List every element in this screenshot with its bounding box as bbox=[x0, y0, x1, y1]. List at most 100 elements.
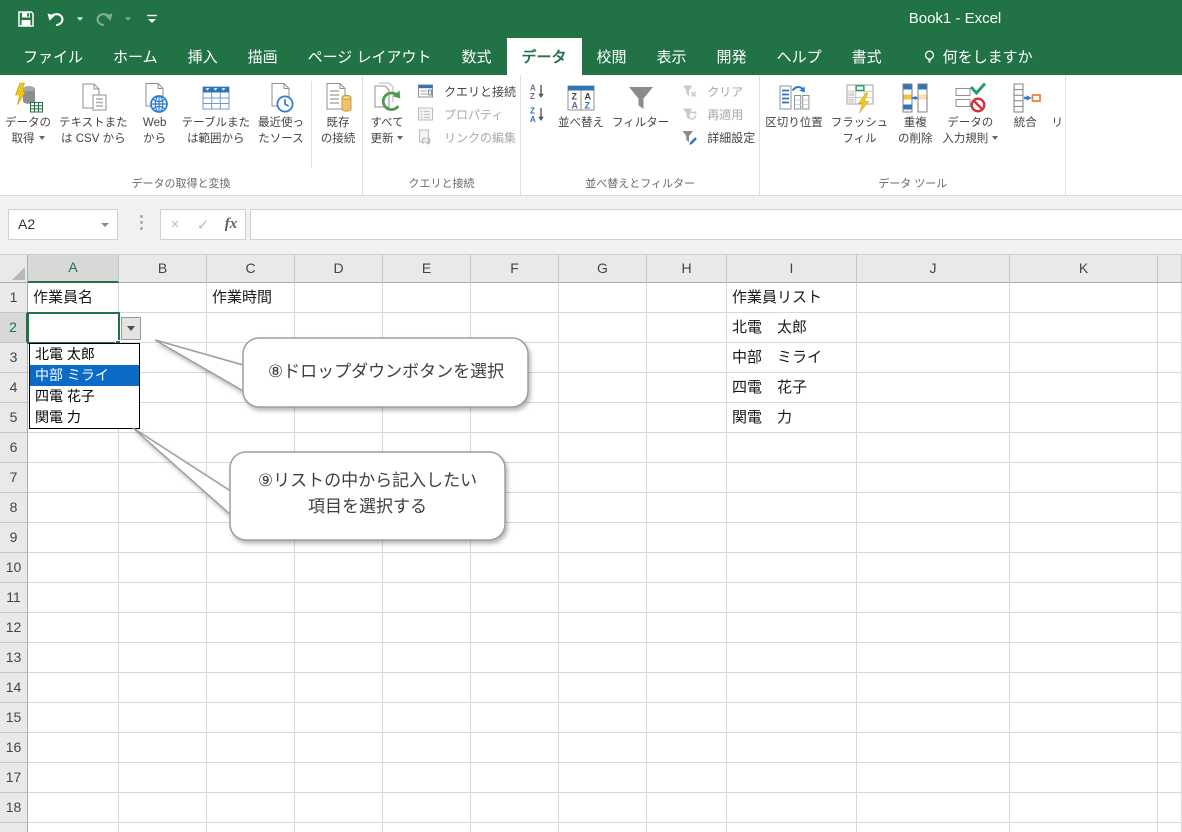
cell-G6[interactable] bbox=[559, 433, 647, 463]
ribbon-small-詳細設定[interactable]: 詳細設定 bbox=[676, 127, 755, 147]
name-box[interactable]: A2 bbox=[8, 209, 118, 240]
cell-A17[interactable] bbox=[28, 763, 119, 793]
cell-X1115[interactable] bbox=[1158, 703, 1182, 733]
cell-C15[interactable] bbox=[207, 703, 295, 733]
cell-K6[interactable] bbox=[1010, 433, 1158, 463]
cell-C17[interactable] bbox=[207, 763, 295, 793]
column-header-C[interactable]: C bbox=[207, 255, 295, 283]
cell-G11[interactable] bbox=[559, 583, 647, 613]
cell-K5[interactable] bbox=[1010, 403, 1158, 433]
cell-I5[interactable]: 関電 力 bbox=[727, 403, 857, 433]
cell-X1117[interactable] bbox=[1158, 763, 1182, 793]
tab-データ[interactable]: データ bbox=[506, 38, 582, 75]
cell-F13[interactable] bbox=[471, 643, 559, 673]
column-header-J[interactable]: J bbox=[857, 255, 1010, 283]
row-header-9[interactable]: 9 bbox=[0, 523, 28, 553]
tab-開発[interactable]: 開発 bbox=[702, 38, 762, 75]
cell-H17[interactable] bbox=[647, 763, 727, 793]
cell-X1112[interactable] bbox=[1158, 613, 1182, 643]
ribbon-button-データの[interactable]: データの 取得 bbox=[1, 77, 55, 176]
cell-D12[interactable] bbox=[295, 613, 383, 643]
ribbon-button-最近使っ[interactable]: 最近使っ たソース bbox=[254, 77, 308, 176]
cell-J5[interactable] bbox=[857, 403, 1010, 433]
cell-J1[interactable] bbox=[857, 283, 1010, 313]
cell-E16[interactable] bbox=[383, 733, 471, 763]
ribbon-small-sort-az-icon[interactable]: AZ bbox=[525, 81, 551, 101]
cell-C18[interactable] bbox=[207, 793, 295, 823]
cell-D11[interactable] bbox=[295, 583, 383, 613]
ribbon-button-データの[interactable]: データの 入力規則 bbox=[938, 77, 1002, 176]
cell-A10[interactable] bbox=[28, 553, 119, 583]
column-header-K[interactable]: K bbox=[1010, 255, 1158, 283]
cell-E15[interactable] bbox=[383, 703, 471, 733]
name-box-caret-icon[interactable] bbox=[101, 223, 109, 227]
row-header-2[interactable]: 2 bbox=[0, 313, 28, 343]
insert-function-icon[interactable]: fx bbox=[217, 216, 245, 233]
dropdown-item-3[interactable]: 四電 花子 bbox=[30, 386, 139, 407]
cell-J13[interactable] bbox=[857, 643, 1010, 673]
cell-J11[interactable] bbox=[857, 583, 1010, 613]
cell-A9[interactable] bbox=[28, 523, 119, 553]
row-header-3[interactable]: 3 bbox=[0, 343, 28, 373]
customize-qat-icon[interactable] bbox=[140, 7, 164, 31]
cell-X118[interactable] bbox=[1158, 493, 1182, 523]
cell-I1[interactable]: 作業員リスト bbox=[727, 283, 857, 313]
row-header-5[interactable]: 5 bbox=[0, 403, 28, 433]
undo-icon[interactable] bbox=[44, 7, 68, 31]
row-header-16[interactable]: 16 bbox=[0, 733, 28, 763]
column-header-A[interactable]: A bbox=[28, 255, 119, 283]
ribbon-button-Web[interactable]: Web から bbox=[132, 77, 178, 176]
cell-X117[interactable] bbox=[1158, 463, 1182, 493]
row-header-13[interactable]: 13 bbox=[0, 643, 28, 673]
cell-X1113[interactable] bbox=[1158, 643, 1182, 673]
cell-D19[interactable] bbox=[295, 823, 383, 832]
cell-K19[interactable] bbox=[1010, 823, 1158, 832]
cell-H13[interactable] bbox=[647, 643, 727, 673]
row-header-12[interactable]: 12 bbox=[0, 613, 28, 643]
cell-K2[interactable] bbox=[1010, 313, 1158, 343]
cell-H18[interactable] bbox=[647, 793, 727, 823]
cell-B18[interactable] bbox=[119, 793, 207, 823]
cell-J10[interactable] bbox=[857, 553, 1010, 583]
cell-B1[interactable] bbox=[119, 283, 207, 313]
cell-A14[interactable] bbox=[28, 673, 119, 703]
cell-X115[interactable] bbox=[1158, 403, 1182, 433]
cell-H4[interactable] bbox=[647, 373, 727, 403]
cell-I17[interactable] bbox=[727, 763, 857, 793]
formula-bar-grip[interactable] bbox=[140, 215, 143, 230]
row-header-clip[interactable] bbox=[0, 823, 28, 832]
cell-C11[interactable] bbox=[207, 583, 295, 613]
cell-J12[interactable] bbox=[857, 613, 1010, 643]
cell-G10[interactable] bbox=[559, 553, 647, 583]
cell-X112[interactable] bbox=[1158, 313, 1182, 343]
cell-C1[interactable]: 作業時間 bbox=[207, 283, 295, 313]
tab-ファイル[interactable]: ファイル bbox=[8, 38, 98, 75]
cell-F17[interactable] bbox=[471, 763, 559, 793]
cell-E1[interactable] bbox=[383, 283, 471, 313]
cell-J2[interactable] bbox=[857, 313, 1010, 343]
tab-書式[interactable]: 書式 bbox=[837, 38, 897, 75]
cell-K17[interactable] bbox=[1010, 763, 1158, 793]
cell-H15[interactable] bbox=[647, 703, 727, 733]
cell-J15[interactable] bbox=[857, 703, 1010, 733]
cell-H12[interactable] bbox=[647, 613, 727, 643]
cell-G17[interactable] bbox=[559, 763, 647, 793]
tab-ホーム[interactable]: ホーム bbox=[98, 38, 173, 75]
cell-D16[interactable] bbox=[295, 733, 383, 763]
dropdown-item-2[interactable]: 中部 ミライ bbox=[30, 365, 139, 386]
cell-J6[interactable] bbox=[857, 433, 1010, 463]
tab-何をしますか[interactable]: 何をしますか bbox=[907, 38, 1048, 75]
cell-G13[interactable] bbox=[559, 643, 647, 673]
row-header-11[interactable]: 11 bbox=[0, 583, 28, 613]
cell-K9[interactable] bbox=[1010, 523, 1158, 553]
cell-I18[interactable] bbox=[727, 793, 857, 823]
column-header-H[interactable]: H bbox=[647, 255, 727, 283]
ribbon-button-区切り位置[interactable]: 区切り位置 bbox=[761, 77, 827, 176]
ribbon-small-sort-za-icon[interactable]: ZA bbox=[525, 104, 551, 124]
cell-X1119[interactable] bbox=[1158, 823, 1182, 832]
tab-表示[interactable]: 表示 bbox=[642, 38, 702, 75]
cell-X116[interactable] bbox=[1158, 433, 1182, 463]
cell-H2[interactable] bbox=[647, 313, 727, 343]
cell-A19[interactable] bbox=[28, 823, 119, 832]
cell-E19[interactable] bbox=[383, 823, 471, 832]
